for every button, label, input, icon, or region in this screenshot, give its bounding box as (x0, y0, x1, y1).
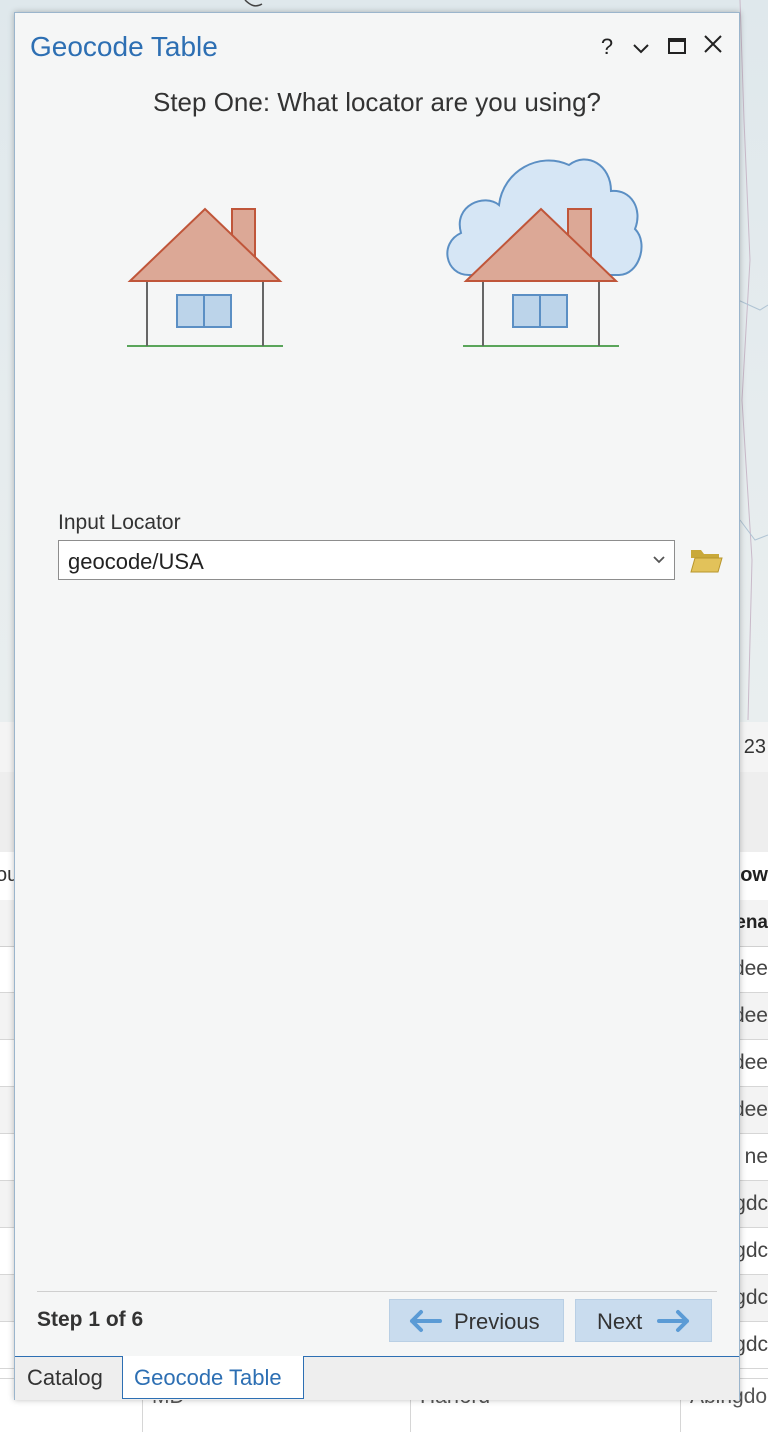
input-locator-value: geocode/USA (68, 549, 204, 574)
chevron-down-icon[interactable] (652, 550, 666, 570)
close-button[interactable] (699, 33, 727, 61)
tab-geocode-table-label: Geocode Table (134, 1365, 282, 1390)
maximize-icon (668, 38, 686, 54)
browse-folder-icon[interactable] (689, 546, 723, 574)
previous-button[interactable]: Previous (389, 1299, 564, 1342)
help-icon: ? (600, 34, 614, 59)
local-locator-house-icon[interactable] (125, 203, 285, 353)
next-button[interactable]: Next (575, 1299, 712, 1342)
geocode-table-pane: Geocode Table ? Step One: What locator a… (14, 12, 740, 1400)
arrow-right-icon (657, 1310, 689, 1332)
input-locator-label: Input Locator (58, 511, 181, 534)
pane-tab-strip: Catalog Geocode Table (15, 1356, 739, 1400)
tab-geocode-table[interactable]: Geocode Table (122, 1356, 304, 1399)
step-indicator: Step 1 of 6 (37, 1308, 144, 1331)
help-button[interactable]: ? (593, 33, 621, 61)
footer-divider (37, 1291, 717, 1292)
pane-title: Geocode Table (30, 31, 218, 62)
tab-catalog[interactable]: Catalog (15, 1357, 121, 1397)
online-locator-cloud-house-icon[interactable] (439, 153, 643, 353)
input-locator-dropdown[interactable]: geocode/USA (58, 540, 675, 580)
maximize-button[interactable] (663, 33, 691, 61)
step-heading: Step One: What locator are you using? (152, 87, 602, 117)
close-icon (704, 35, 722, 53)
tab-catalog-label: Catalog (27, 1365, 103, 1390)
options-button[interactable] (627, 33, 655, 61)
chevron-down-icon (633, 44, 649, 54)
arrow-left-icon (410, 1310, 442, 1332)
next-button-label: Next (597, 1309, 643, 1334)
previous-button-label: Previous (454, 1309, 540, 1334)
